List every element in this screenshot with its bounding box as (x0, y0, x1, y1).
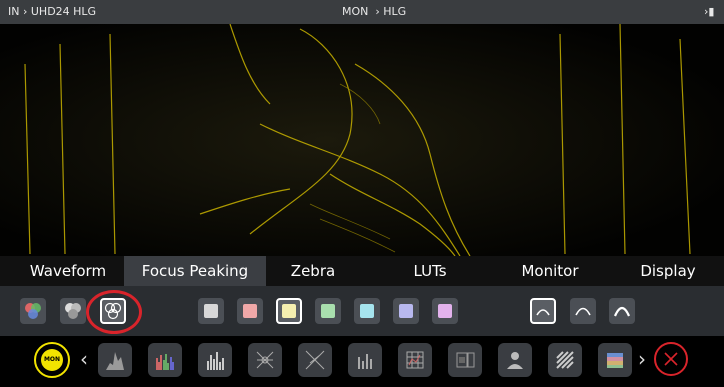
color-swatch (321, 304, 335, 318)
vectorscope-icon (256, 351, 274, 369)
color-swatch (204, 304, 218, 318)
color-swatch (282, 304, 296, 318)
scroll-left-chevron-icon[interactable]: ‹ (80, 347, 88, 371)
sensitivity-high-button[interactable] (609, 298, 635, 324)
histogram-icon (106, 352, 124, 370)
rgb-parade-icon (156, 354, 174, 370)
battery-icon: ›▮ (704, 5, 715, 18)
focus-peaking-image (0, 24, 724, 256)
peaking-mode-mono-button[interactable] (60, 298, 86, 324)
tab-waveform[interactable]: Waveform (18, 256, 118, 286)
vectorscope-zoom-tool-button[interactable] (298, 343, 332, 377)
shallow-curve-icon (536, 309, 550, 316)
audio-meters-tool-button[interactable] (348, 343, 382, 377)
tab-monitor[interactable]: Monitor (510, 256, 590, 286)
mon-label: MON (41, 349, 63, 371)
close-icon (664, 352, 678, 366)
tab-zebra[interactable]: Zebra (278, 256, 348, 286)
peaking-color-blue[interactable] (393, 298, 419, 324)
peaking-color-green[interactable] (315, 298, 341, 324)
luma-parade-icon (207, 352, 224, 370)
audio-meters-icon (358, 354, 372, 369)
rgb-parade-tool-button[interactable] (148, 343, 182, 377)
tab-bar: Waveform Focus Peaking Zebra LUTs Monito… (0, 256, 724, 286)
bottom-tool-bar: MON ‹ › (0, 336, 724, 387)
sensitivity-mid-button[interactable] (570, 298, 596, 324)
highlight-ring (86, 290, 142, 334)
sensitivity-low-button[interactable] (530, 298, 556, 324)
scroll-right-chevron-icon[interactable]: › (638, 347, 646, 371)
color-swatch (360, 304, 374, 318)
mono-circles-icon (65, 303, 81, 319)
false-color-tool-button[interactable] (448, 343, 482, 377)
histogram-tool-button[interactable] (98, 343, 132, 377)
video-preview (0, 24, 724, 256)
tab-display[interactable]: Display (628, 256, 708, 286)
peaking-color-white[interactable] (198, 298, 224, 324)
steep-curve-icon (613, 306, 631, 317)
color-swatch (438, 304, 452, 318)
grid-overlay-icon (406, 351, 424, 369)
color-swatch (399, 304, 413, 318)
zebra-tool-button[interactable] (548, 343, 582, 377)
lut-gradient-icon (607, 353, 623, 368)
tab-luts[interactable]: LUTs (400, 256, 460, 286)
peaking-color-yellow[interactable] (276, 298, 302, 324)
input-format-label: IN › UHD24 HLG (8, 5, 97, 18)
vectorscope-zoom-icon (305, 350, 325, 370)
tab-focus-peaking[interactable]: Focus Peaking (124, 256, 266, 286)
top-status-bar: IN › UHD24 HLG MON › HLG ›▮ (0, 0, 724, 24)
zebra-stripes-icon (556, 351, 574, 369)
person-icon (507, 352, 523, 369)
close-button[interactable] (654, 342, 688, 376)
monitor-mode-label: MON › HLG (342, 5, 407, 18)
peaking-color-cyan[interactable] (354, 298, 380, 324)
peaking-color-magenta[interactable] (432, 298, 458, 324)
peaking-color-red[interactable] (237, 298, 263, 324)
mid-curve-icon (575, 307, 591, 316)
false-color-icon (456, 352, 475, 368)
lut-tool-button[interactable] (598, 343, 632, 377)
mon-button[interactable]: MON (34, 342, 70, 378)
rgb-circles-icon (25, 303, 41, 319)
face-detect-tool-button[interactable] (498, 343, 532, 377)
vectorscope-tool-button[interactable] (248, 343, 282, 377)
luma-parade-tool-button[interactable] (198, 343, 232, 377)
color-swatch (243, 304, 257, 318)
grid-overlay-tool-button[interactable] (398, 343, 432, 377)
peaking-mode-color-button[interactable] (20, 298, 46, 324)
